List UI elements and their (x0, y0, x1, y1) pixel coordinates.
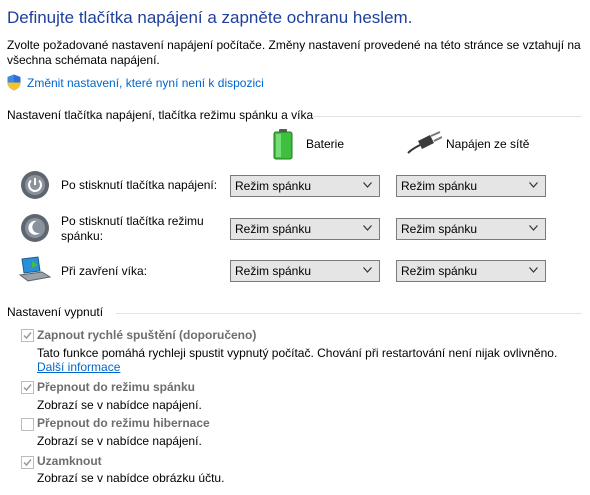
lock-menu-label: Uzamknout (37, 454, 102, 468)
lid-close-plugged-select[interactable]: Režim spánku (396, 260, 546, 282)
chevron-down-icon (529, 182, 538, 188)
lid-close-label: Při zavření víka: (61, 264, 148, 278)
laptop-lid-icon (18, 256, 52, 282)
shield-icon (7, 74, 21, 91)
select-value: Režim spánku (235, 264, 312, 278)
sleep-menu-description: Zobrazí se v nabídce napájení. (37, 398, 202, 412)
lock-menu-description: Zobrazí se v nabídce obrázku účtu. (37, 471, 225, 485)
battery-column-header: Baterie (306, 137, 345, 151)
power-button-label: Po stisknutí tlačítka napájení: (61, 178, 218, 192)
more-info-link[interactable]: Další informace (37, 360, 120, 374)
fast-startup-description: Tato funkce pomáhá rychleji spustit vypn… (37, 346, 558, 360)
checkmark-icon (23, 332, 32, 340)
fast-startup-label: Zapnout rychlé spuštění (doporučeno) (37, 328, 257, 342)
battery-icon (273, 129, 293, 160)
hibernate-menu-description: Zobrazí se v nabídce napájení. (37, 434, 202, 448)
select-value: Režim spánku (235, 179, 312, 193)
buttons-section-title: Nastavení tlačítka napájení, tlačítka re… (7, 108, 314, 122)
chevron-down-icon (363, 182, 372, 188)
checkmark-icon (23, 384, 32, 392)
section-divider (116, 313, 582, 314)
power-button-plugged-select[interactable]: Režim spánku (396, 175, 546, 197)
chevron-down-icon (363, 225, 372, 231)
select-value: Režim spánku (401, 179, 478, 193)
lid-close-battery-select[interactable]: Režim spánku (230, 260, 380, 282)
sleep-menu-label: Přepnout do režimu spánku (37, 380, 196, 394)
fast-startup-checkbox[interactable] (21, 329, 34, 342)
lock-menu-checkbox[interactable] (21, 456, 34, 469)
page-description: Zvolte požadované nastavení napájení poč… (7, 38, 581, 67)
chevron-down-icon (363, 267, 372, 273)
power-button-icon (21, 171, 49, 199)
plugged-in-column-header: Napájen ze sítě (446, 137, 530, 151)
page-title: Definujte tlačítka napájení a zapněte oc… (7, 8, 413, 27)
sleep-button-label: Po stisknutí tlačítka režimu spánku: (61, 214, 204, 243)
chevron-down-icon (529, 267, 538, 273)
sleep-button-battery-select[interactable]: Režim spánku (230, 218, 380, 240)
sleep-button-icon (21, 214, 49, 242)
hibernate-menu-label: Přepnout do režimu hibernace (37, 416, 210, 430)
power-button-battery-select[interactable]: Režim spánku (230, 175, 380, 197)
select-value: Režim spánku (235, 222, 312, 236)
hibernate-menu-checkbox[interactable] (21, 418, 34, 431)
checkmark-icon (23, 459, 32, 467)
section-divider (312, 116, 582, 117)
plug-icon (407, 131, 442, 154)
chevron-down-icon (529, 225, 538, 231)
sleep-button-plugged-select[interactable]: Režim spánku (396, 218, 546, 240)
select-value: Režim spánku (401, 264, 478, 278)
change-unavailable-settings-link[interactable]: Změnit nastavení, které nyní není k disp… (27, 76, 264, 90)
sleep-menu-checkbox[interactable] (21, 381, 34, 394)
shutdown-section-title: Nastavení vypnutí (7, 305, 104, 319)
select-value: Režim spánku (401, 222, 478, 236)
